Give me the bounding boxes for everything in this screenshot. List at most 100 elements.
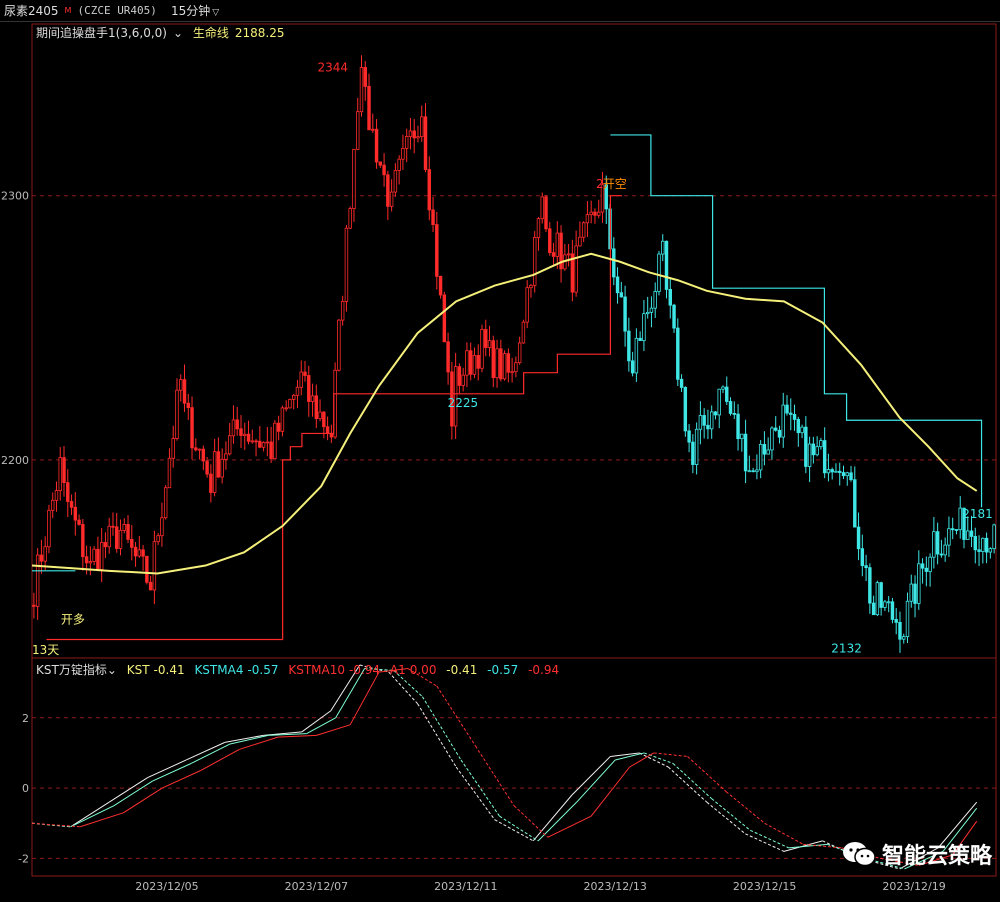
candle-body [235,419,239,430]
candle-body [758,444,763,471]
candle-body [886,601,891,604]
candle-body [152,541,157,591]
candle-body [39,554,44,562]
candle-body [280,407,285,432]
candle-body [137,549,142,557]
low-price-label: 2132 [831,642,862,656]
candle-body [683,387,688,432]
candle-body [947,528,951,546]
candle-body [506,353,511,373]
candle-body [476,355,480,369]
candle-body [792,414,797,420]
candle-body [619,292,624,298]
main-indicator-name[interactable]: 期间追操盘手1(3,6,0,0) [36,26,167,40]
candle-body [642,313,646,342]
kstma4-line [421,696,462,761]
kst-line [571,756,611,796]
candle-body [811,443,816,456]
candle-body [130,538,134,548]
kstma10-line [436,685,476,747]
candle-body [898,621,902,640]
candle-body [50,499,55,511]
candle-body [314,395,319,420]
candle-body [160,517,164,537]
candle-body [517,342,522,364]
candle-body [186,402,190,409]
candle-body [871,602,876,616]
kstma10-line [161,770,201,789]
candle-body [318,411,322,420]
candle-body [88,561,93,564]
candle-body [408,130,413,137]
x-tick-label: 2023/12/07 [285,880,348,893]
candle-body [928,556,932,572]
candle-body [935,531,940,555]
candle-body [950,528,955,531]
kstma10-line [475,745,515,806]
x-tick-label: 2023/12/13 [584,880,647,893]
candle-body [427,169,431,211]
candle-body [457,366,462,386]
candle-body [687,430,691,443]
kstma10-label: KSTMA10 [288,663,345,677]
chevron-down-icon[interactable]: ⌄ [173,26,183,40]
chart-canvas[interactable]: 2300 2200 2 0 -2 2023/12/05 2023/12/07 2023/12/… [0,0,1000,902]
candle-body [420,116,424,138]
candle-body [54,490,59,501]
candle-body [766,449,770,455]
candle-body [849,472,853,481]
candle-body [905,600,910,638]
kstma10-line [123,787,163,814]
candle-body [212,451,217,493]
x-tick-label: 2023/12/05 [135,880,198,893]
kstma10-line [80,812,124,828]
candle-body [367,85,371,131]
high-price-label: 2344 [317,61,348,75]
candle-body [258,440,262,448]
candle-body [909,583,913,602]
candle-body [431,209,435,226]
candle-body [540,196,544,220]
candle-body [374,128,379,163]
candle-body [574,245,578,293]
a1-value: 0.00 [409,663,437,677]
candle-body [66,482,70,502]
candle-body [551,252,556,257]
life-line [31,252,978,575]
candle-body [717,388,721,416]
candle-body [973,536,978,551]
a1-label: A1 [389,663,406,677]
candle-body [461,374,465,386]
candle-body [299,371,303,388]
sub-indicator-name[interactable]: KST万锭指标 [36,663,107,677]
chevron-down-icon[interactable]: ⌄ [107,663,117,677]
candle-body [73,506,78,521]
candle-body [992,524,996,550]
candle-body [92,548,96,562]
candle-body [969,530,974,537]
candle-body [224,453,228,460]
kstma4-line [190,743,230,764]
candle-body [913,583,917,604]
watermark-text: 智能云策略 [881,844,992,869]
candle-body [81,524,85,558]
candle-body [340,301,345,321]
candle-body [325,426,330,434]
candle-body [216,451,221,478]
candle-body [521,321,526,344]
candle-body [747,470,752,473]
kstma10-line [629,752,655,768]
candle-body [438,275,443,296]
candle-body [404,136,409,149]
kst-line [494,819,534,842]
open-long-signal: 开多 [61,613,85,627]
candle-body [593,211,597,216]
kst-label: KST [126,663,150,677]
candle-body [932,531,936,558]
candle-body [894,619,898,623]
life-line-label: 生命线 [192,26,229,40]
candle-body [148,581,153,591]
candle-body [250,440,255,443]
candle-body [589,211,593,216]
kst-line [70,801,110,828]
